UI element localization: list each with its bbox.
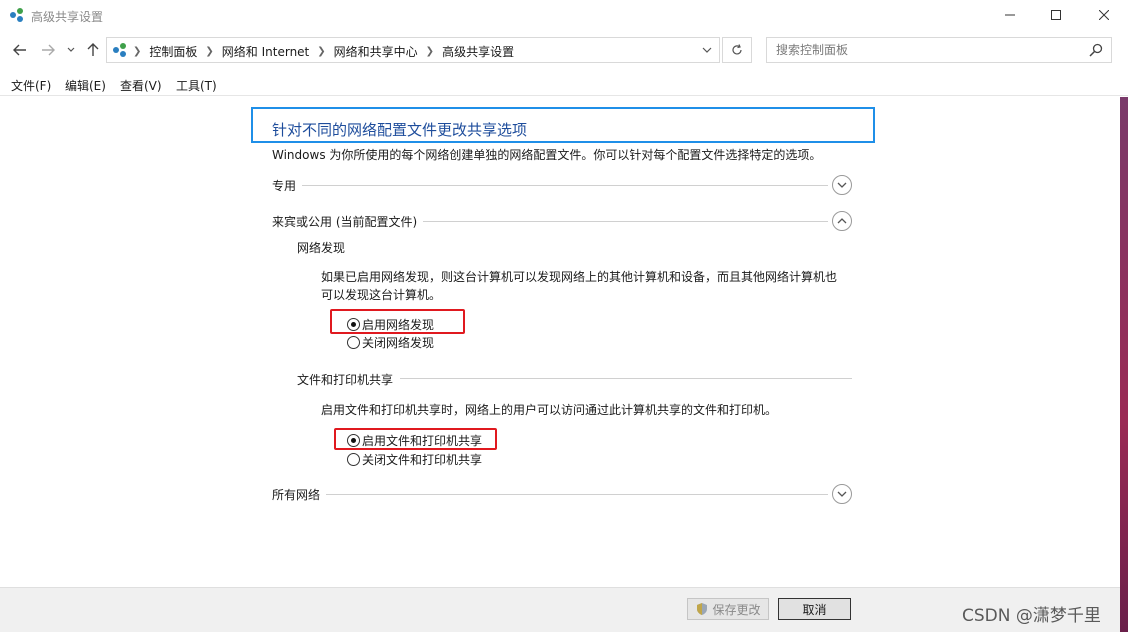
file-printer-text: 启用文件和打印机共享时，网络上的用户可以访问通过此计算机共享的文件和打印机。 [321, 403, 778, 417]
section-guest-label: 来宾或公用 (当前配置文件) [272, 213, 424, 230]
section-all-label: 所有网络 [272, 486, 327, 503]
chevron-down-icon [837, 491, 847, 497]
menu-view[interactable]: 查看(V) [120, 77, 162, 94]
footer-bar: 保存更改 取消 [0, 587, 1120, 632]
radio-button[interactable] [347, 336, 360, 349]
minimize-icon [1005, 14, 1015, 16]
chevron-right-icon: ❯ [133, 46, 142, 57]
breadcrumb-network-sharing-center[interactable]: 网络和共享中心 [334, 43, 418, 60]
search-input[interactable] [767, 38, 1077, 62]
radio-label: 关闭文件和打印机共享 [362, 453, 483, 467]
title-bar: 高级共享设置 [0, 0, 1128, 30]
breadcrumb: ❯ 控制面板 ❯ 网络和 Internet ❯ 网络和共享中心 ❯ 高级共享设置 [133, 43, 514, 60]
chevron-down-icon [67, 47, 75, 52]
up-button[interactable] [84, 38, 102, 62]
network-discovery-text-line2: 可以发现这台计算机。 [321, 288, 442, 302]
address-dropdown-button[interactable] [693, 38, 719, 62]
breadcrumb-control-panel[interactable]: 控制面板 [149, 43, 197, 60]
expand-all-networks-button[interactable] [832, 484, 852, 504]
cancel-label: 取消 [802, 602, 827, 617]
network-discovery-text-line1: 如果已启用网络发现，则这台计算机可以发现网络上的其他计算机和设备，而且其他网络计… [321, 270, 838, 284]
refresh-icon [732, 44, 742, 55]
breadcrumb-advanced-sharing[interactable]: 高级共享设置 [442, 43, 514, 60]
divider [400, 378, 852, 379]
divider [422, 221, 828, 222]
address-bar[interactable]: ❯ 控制面板 ❯ 网络和 Internet ❯ 网络和共享中心 ❯ 高级共享设置 [106, 37, 720, 63]
chevron-right-icon: ❯ [317, 46, 326, 57]
chevron-right-icon: ❯ [425, 46, 435, 57]
highlight-box-network-discovery [330, 309, 465, 334]
radio-label: 关闭网络发现 [362, 336, 435, 350]
section-private[interactable]: 专用 [272, 175, 852, 195]
arrow-left-icon [13, 44, 26, 56]
maximize-icon [1051, 10, 1061, 20]
arrow-up-icon [87, 43, 99, 56]
network-discovery-text: 如果已启用网络发现，则这台计算机可以发现网络上的其他计算机和设备，而且其他网络计… [321, 268, 861, 304]
divider [300, 185, 828, 186]
save-changes-label: 保存更改 [712, 602, 761, 617]
search-box [766, 37, 1112, 63]
section-private-label: 专用 [272, 177, 303, 194]
search-icon[interactable] [1089, 43, 1103, 57]
section-guest-public[interactable]: 来宾或公用 (当前配置文件) [272, 211, 852, 231]
close-icon [1098, 10, 1109, 20]
watermark: CSDN @潇梦千里 [962, 606, 1101, 626]
breadcrumb-network-internet[interactable]: 网络和 Internet [222, 43, 309, 60]
network-discovery-title: 网络发现 [297, 239, 352, 256]
highlight-box-file-sharing [334, 428, 497, 450]
back-button[interactable] [10, 38, 30, 62]
highlight-box-guest-section [251, 107, 875, 143]
save-changes-button[interactable]: 保存更改 [687, 598, 769, 620]
expand-private-button[interactable] [832, 175, 852, 195]
chevron-down-icon [837, 182, 847, 188]
window-title: 高级共享设置 [31, 10, 104, 24]
close-button[interactable] [1079, 0, 1128, 30]
cancel-button[interactable]: 取消 [778, 598, 851, 620]
collapse-guest-button[interactable] [832, 211, 852, 231]
shield-icon [697, 603, 708, 615]
arrow-right-icon [42, 44, 55, 56]
refresh-button[interactable] [722, 37, 752, 63]
radio-button[interactable] [347, 453, 360, 466]
menu-bar: 文件(F) 编辑(E) 查看(V) 工具(T) [0, 72, 1128, 96]
main-content: 针对不同的网络配置文件更改共享选项 Windows 为你所使用的每个网络创建单独… [0, 97, 1120, 587]
section-all-networks[interactable]: 所有网络 [272, 484, 852, 504]
chevron-right-icon: ❯ [205, 46, 214, 57]
file-printer-title: 文件和打印机共享 [297, 371, 400, 388]
menu-edit[interactable]: 编辑(E) [65, 77, 106, 94]
menu-file[interactable]: 文件(F) [11, 77, 51, 94]
page-description: Windows 为你所使用的每个网络创建单独的网络配置文件。你可以针对每个配置文… [272, 148, 822, 162]
recent-locations-button[interactable] [64, 38, 78, 62]
chevron-up-icon [837, 218, 847, 224]
radio-disable-network-discovery[interactable]: 关闭网络发现 [347, 334, 434, 351]
menu-tools[interactable]: 工具(T) [176, 77, 217, 94]
network-app-icon [10, 8, 23, 22]
chevron-down-icon [702, 47, 711, 53]
divider [324, 494, 828, 495]
maximize-button[interactable] [1033, 0, 1079, 30]
radio-disable-file-printer-sharing[interactable]: 关闭文件和打印机共享 [347, 451, 482, 468]
desktop-edge [1120, 97, 1128, 632]
navigation-bar: ❯ 控制面板 ❯ 网络和 Internet ❯ 网络和共享中心 ❯ 高级共享设置 [0, 30, 1128, 70]
minimize-button[interactable] [987, 0, 1033, 30]
forward-button[interactable] [38, 38, 58, 62]
network-icon [113, 43, 126, 57]
